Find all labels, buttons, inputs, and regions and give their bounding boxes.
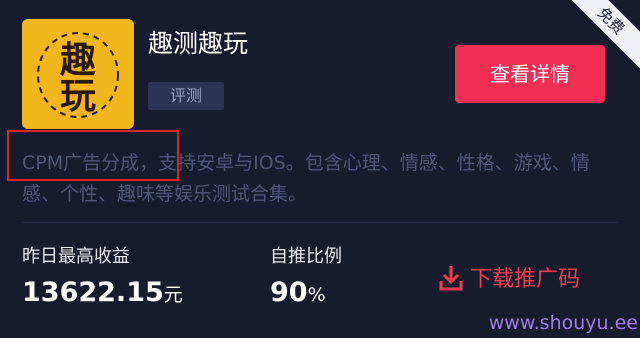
- earnings-number: 13622.15: [22, 277, 164, 308]
- ratio-unit: %: [307, 284, 326, 306]
- earnings-unit: 元: [163, 284, 183, 306]
- download-promo-code-button[interactable]: 下载推广码: [438, 262, 580, 298]
- download-label: 下载推广码: [470, 267, 581, 292]
- category-tag: 评测: [148, 82, 224, 110]
- view-details-button[interactable]: 查看详情: [455, 45, 605, 103]
- divider: [22, 222, 618, 223]
- earnings-label: 昨日最高收益: [22, 246, 130, 267]
- logo-text-top: 趣: [59, 39, 96, 81]
- app-card: 趣 玩 趣测趣玩 评测 查看详情 免费 CPM广告分成，支持安卓与IOS。包含心…: [0, 0, 640, 338]
- ratio-value: 90%: [270, 274, 326, 314]
- app-logo[interactable]: 趣 玩: [22, 19, 134, 129]
- watermark: www.shouyu.ee: [488, 312, 638, 334]
- ratio-label: 自推比例: [270, 246, 342, 267]
- logo-text-bottom: 玩: [59, 75, 96, 117]
- earnings-value: 13622.15元: [22, 274, 183, 314]
- download-icon: [439, 266, 463, 291]
- highlight-annotation-box: [7, 130, 179, 181]
- ratio-number: 90: [270, 277, 308, 308]
- app-title: 趣测趣玩: [148, 29, 249, 58]
